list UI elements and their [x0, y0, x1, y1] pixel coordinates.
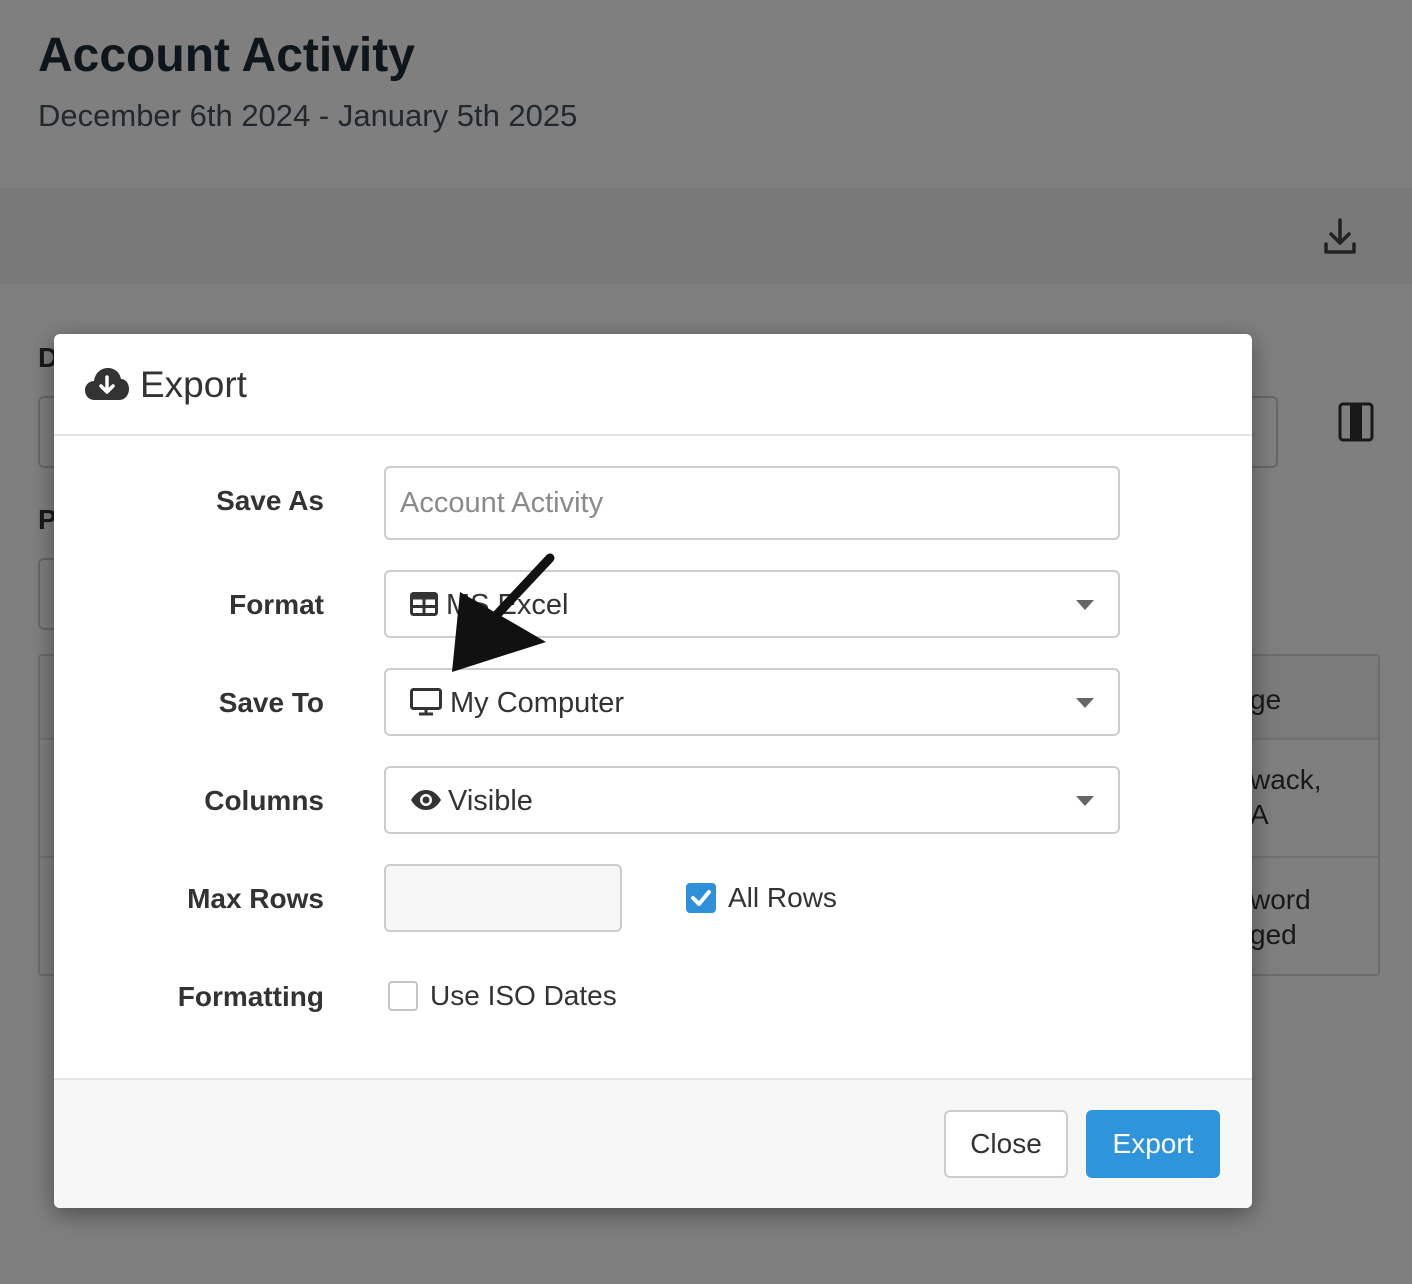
- all-rows-checkbox[interactable]: [686, 883, 716, 913]
- columns-label: Columns: [204, 785, 324, 816]
- save-to-value: My Computer: [450, 687, 625, 719]
- chevron-down-icon: [1076, 600, 1094, 610]
- modal-title: Export: [140, 364, 247, 405]
- max-rows-input[interactable]: [384, 864, 622, 932]
- table-icon: [410, 592, 438, 621]
- eye-icon: [410, 789, 442, 816]
- export-button[interactable]: Export: [1086, 1110, 1220, 1178]
- modal-footer: Close Export: [54, 1078, 1252, 1208]
- chevron-down-icon: [1076, 796, 1094, 806]
- modal-header: Export: [54, 334, 1252, 436]
- save-to-label: Save To: [218, 687, 324, 718]
- formatting-label: Formatting: [177, 981, 324, 1012]
- columns-select[interactable]: Visible: [384, 766, 1120, 834]
- save-as-label: Save As: [216, 485, 324, 516]
- columns-value: Visible: [448, 785, 533, 817]
- chevron-down-icon: [1076, 698, 1094, 708]
- save-as-placeholder: Account Activity: [400, 487, 604, 519]
- annotation-arrow-icon: [440, 550, 570, 680]
- export-modal: Export Save As Account Activity Format M…: [54, 334, 1252, 1208]
- save-as-input[interactable]: Account Activity: [384, 466, 1120, 540]
- iso-dates-checkbox[interactable]: [388, 981, 418, 1011]
- desktop-icon: [410, 688, 442, 721]
- iso-dates-label[interactable]: Use ISO Dates: [430, 980, 617, 1012]
- check-icon: [691, 890, 711, 906]
- cloud-download-icon: [84, 366, 130, 402]
- max-rows-label: Max Rows: [187, 883, 324, 914]
- close-button[interactable]: Close: [944, 1110, 1068, 1178]
- all-rows-label[interactable]: All Rows: [728, 882, 837, 914]
- format-label: Format: [229, 589, 324, 620]
